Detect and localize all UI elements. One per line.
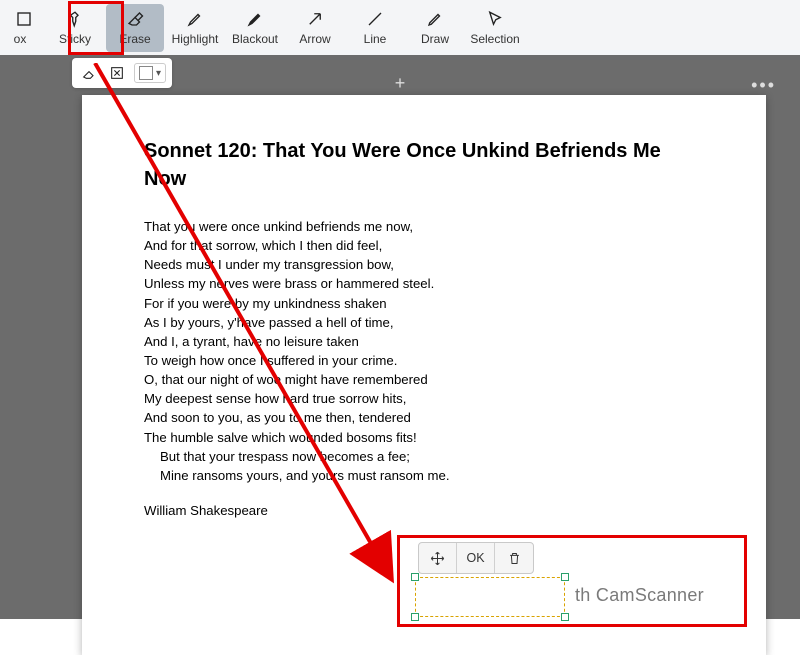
color-swatch xyxy=(139,66,153,80)
resize-handle-tl[interactable] xyxy=(411,573,419,581)
poem-couplet-line: But that your trespass now becomes a fee… xyxy=(144,447,704,466)
erase-sub-toolbar: ▾ xyxy=(72,58,172,88)
tool-blackout[interactable]: Blackout xyxy=(226,4,284,52)
more-menu-button[interactable]: ••• xyxy=(751,75,776,96)
pencil-icon xyxy=(425,9,445,29)
pin-icon xyxy=(65,9,85,29)
poem-line: Unless my nerves were brass or hammered … xyxy=(144,274,704,293)
poem-line: And for that sorrow, which I then did fe… xyxy=(144,236,704,255)
tool-selection[interactable]: Selection xyxy=(466,4,524,52)
poem-line: Needs must I under my transgression bow, xyxy=(144,255,704,274)
eraser-small-icon[interactable] xyxy=(78,62,100,84)
poem-line: O, that our night of woe might have reme… xyxy=(144,370,704,389)
tool-arrow[interactable]: Arrow xyxy=(286,4,344,52)
poem-line: To weigh how once I suffered in your cri… xyxy=(144,351,704,370)
document-author: William Shakespeare xyxy=(144,503,704,518)
tool-line[interactable]: Line xyxy=(346,4,404,52)
poem-line: My deepest sense how hard true sorrow hi… xyxy=(144,389,704,408)
tool-sticky[interactable]: Sticky xyxy=(46,4,104,52)
selection-action-toolbar: OK xyxy=(418,542,534,574)
resize-handle-tr[interactable] xyxy=(561,573,569,581)
poem-line: That you were once unkind befriends me n… xyxy=(144,217,704,236)
highlighter-icon xyxy=(185,9,205,29)
tool-erase[interactable]: Erase xyxy=(106,4,164,52)
main-toolbar: ox Sticky Erase Highlight Blackout Arrow… xyxy=(0,0,800,55)
arrow-icon xyxy=(305,9,325,29)
resize-handle-br[interactable] xyxy=(561,613,569,621)
poem-line: For if you were by my unkindness shaken xyxy=(144,294,704,313)
eraser-icon xyxy=(125,9,145,29)
chevron-down-icon: ▾ xyxy=(156,68,161,79)
poem-line: And I, a tyrant, have no leisure taken xyxy=(144,332,704,351)
move-handle-button[interactable] xyxy=(419,542,457,574)
watermark-text-fragment: th CamScanner xyxy=(575,585,704,606)
cursor-icon xyxy=(485,9,505,29)
tool-highlight[interactable]: Highlight xyxy=(166,4,224,52)
poem-line: And soon to you, as you to me then, tend… xyxy=(144,408,704,427)
tool-box[interactable]: ox xyxy=(4,4,44,52)
poem-couplet-line: Mine ransoms yours, and yours must ranso… xyxy=(144,466,704,485)
tool-draw[interactable]: Draw xyxy=(406,4,464,52)
resize-handle-bl[interactable] xyxy=(411,613,419,621)
erase-all-icon[interactable] xyxy=(106,62,128,84)
erase-selection-rect[interactable] xyxy=(415,577,565,617)
blackout-icon xyxy=(245,9,265,29)
poem-line: The humble salve which wounded bosoms fi… xyxy=(144,428,704,447)
erase-color-picker[interactable]: ▾ xyxy=(134,63,166,83)
poem-line: As I by yours, y'have passed a hell of t… xyxy=(144,313,704,332)
box-icon xyxy=(14,9,34,29)
workspace: ▾ + ••• Sonnet 120: That You Were Once U… xyxy=(0,55,800,619)
document-title: Sonnet 120: That You Were Once Unkind Be… xyxy=(144,137,704,193)
delete-button[interactable] xyxy=(495,542,533,574)
confirm-ok-button[interactable]: OK xyxy=(457,542,495,574)
line-icon xyxy=(365,9,385,29)
add-tab-button[interactable]: + xyxy=(395,73,406,94)
